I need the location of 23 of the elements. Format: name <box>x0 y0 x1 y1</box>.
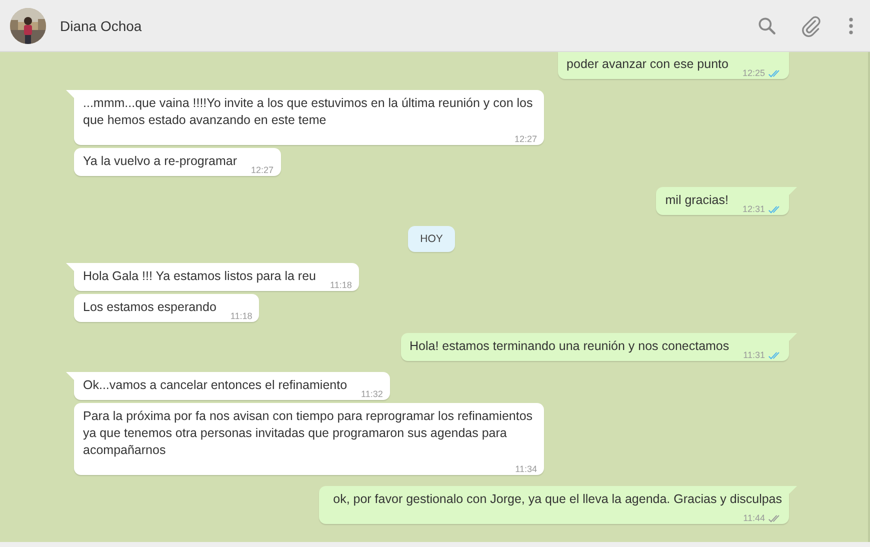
message-text: Ya la vuelvo a re-programar <box>83 153 238 170</box>
message-text: ok, por favor gestionalo con Jorge, ya que el lleva la agenda. Gracias y disculpas <box>333 491 782 508</box>
message-time: 11:31 <box>743 350 765 360</box>
message-time: 11:34 <box>515 464 537 474</box>
message-text: poder avanzar con ese punto <box>566 56 728 73</box>
contact-name: Diana Ochoa <box>60 18 142 34</box>
message-text: ...mmm...que vaina !!!!Yo invite a los que estuvimos en la última reunión y con los que hemos estado avanzando en este teme <box>83 95 534 129</box>
message-time: 11:18 <box>330 280 352 290</box>
message-time: 11:18 <box>230 311 252 321</box>
message-text: mil gracias! <box>665 192 728 209</box>
message-time: 12:27 <box>251 165 274 175</box>
message-text: Hola Gala !!! Ya estamos listos para la reu <box>83 268 316 285</box>
message-time: 11:32 <box>361 389 383 399</box>
message-text: Hola! estamos terminando una reunión y nos conectamos <box>410 338 730 355</box>
message-time: 12:25 <box>742 68 765 78</box>
message-text: Los estamos esperando <box>83 299 216 316</box>
paperclip-icon[interactable] <box>800 14 822 36</box>
message-text: Para la próxima por fa nos avisan con tiempo para reprogramar los refinamientos ya que tenemos otra personas invitadas que programaron sus agendas para acompañarnos <box>83 408 534 459</box>
message-time: 11:44 <box>743 513 765 523</box>
message-time: 12:31 <box>742 204 765 214</box>
date-chip: HOY <box>408 226 455 252</box>
message-time: 12:27 <box>514 134 537 144</box>
message-text: Ok...vamos a cancelar entonces el refinamiento <box>83 377 348 394</box>
